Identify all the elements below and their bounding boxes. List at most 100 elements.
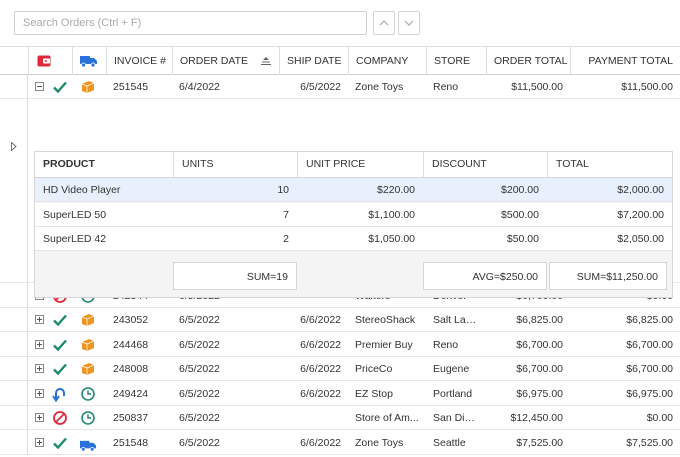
header-payment-total[interactable]: PAYMENT TOTAL (570, 47, 680, 75)
company-cell: PriceCo (355, 363, 393, 375)
order-date-cell: 6/5/2022 (179, 436, 220, 449)
total-cell: $2,050.00 (617, 233, 664, 245)
order-row[interactable]: 243052 6/5/2022 6/6/2022 StereoShack Salt La… (0, 308, 680, 332)
order-total-cell: $6,825.00 (516, 314, 563, 326)
detail-header-product[interactable]: PRODUCT (35, 152, 173, 177)
order-row[interactable]: 250837 6/5/2022 Store of Am... San Die... $1… (0, 406, 680, 430)
unit-price-cell: $1,100.00 (368, 208, 415, 221)
detail-row[interactable]: SuperLED 50 7 $1,100.00 $500.00 $7,200.00 (35, 202, 672, 227)
order-total-cell: $6,700.00 (516, 363, 563, 375)
store-cell: Seattle (433, 436, 466, 449)
header-invoice[interactable]: INVOICE # (106, 47, 172, 75)
check-icon (52, 435, 68, 451)
units-cell: 2 (283, 233, 289, 245)
order-row[interactable]: 244468 6/5/2022 6/6/2022 Premier Buy Reno $6,… (0, 333, 680, 357)
payment-status-icon (37, 55, 51, 67)
expand-row-icon[interactable] (35, 413, 44, 422)
total-cell: $7,200.00 (617, 208, 664, 221)
grid-header: INVOICE # ORDER DATE SHIP DATE COMPANY S… (0, 46, 680, 75)
discount-cell: $200.00 (501, 184, 539, 196)
order-row[interactable]: 251548 6/5/2022 6/6/2022 Zone Toys Seattle $7… (0, 431, 680, 455)
chevron-down-icon (404, 20, 414, 26)
detail-header-unit-price[interactable]: UNIT PRICE (297, 152, 423, 177)
focused-row-arrow-icon (11, 142, 17, 151)
product-cell: HD Video Player (43, 184, 121, 196)
order-total-cell: $12,450.00 (510, 412, 563, 424)
payment-total-cell: $6,975.00 (626, 387, 673, 400)
invoice-cell: 249424 (113, 387, 149, 400)
company-cell: Premier Buy (355, 338, 413, 351)
detail-header-discount[interactable]: DISCOUNT (423, 152, 547, 177)
detail-header-units[interactable]: UNITS (173, 152, 297, 177)
order-date-cell: 6/5/2022 (179, 412, 220, 424)
payment-total-cell: $6,825.00 (626, 314, 673, 326)
refund-icon (52, 386, 68, 402)
header-shipping[interactable] (72, 47, 106, 75)
discount-cell: $50.00 (506, 233, 539, 245)
check-icon (52, 79, 68, 95)
total-sum: SUM=$11,250.00 (549, 262, 667, 290)
order-row[interactable]: 249424 6/5/2022 6/6/2022 EZ Stop Portland $6,… (0, 382, 680, 406)
header-order-total[interactable]: ORDER TOTAL (486, 47, 570, 75)
expand-row-icon[interactable] (35, 339, 44, 349)
store-cell: San Die... (433, 412, 480, 424)
header-indicator (0, 47, 28, 75)
units-sum: SUM=19 (173, 262, 297, 290)
payment-total-cell: $6,700.00 (626, 363, 673, 375)
invoice-cell: 244468 (113, 338, 149, 351)
clock-icon (80, 386, 96, 402)
order-row[interactable]: 251545 6/4/2022 6/5/2022 Zone Toys Reno $11,5… (0, 75, 680, 99)
previous-match-button[interactable] (373, 11, 395, 35)
order-total-cell: $6,700.00 (516, 338, 563, 351)
total-cell: $2,000.00 (617, 184, 664, 196)
detail-header-total[interactable]: TOTAL (547, 152, 672, 177)
order-detail-grid: PRODUCT UNITS UNIT PRICE DISCOUNT TOTAL … (34, 151, 673, 298)
clock-icon (80, 410, 96, 426)
payment-total-cell: $6,700.00 (626, 338, 673, 351)
company-cell: EZ Stop (355, 387, 393, 400)
chevron-up-icon (379, 20, 389, 26)
invoice-cell: 251548 (113, 436, 149, 449)
order-date-cell: 6/5/2022 (179, 338, 220, 351)
payment-total-cell: $7,525.00 (626, 436, 673, 449)
product-cell: SuperLED 50 (43, 208, 107, 221)
expand-row-icon[interactable] (35, 364, 44, 373)
header-company[interactable]: COMPANY (348, 47, 426, 75)
order-date-cell: 6/5/2022 (179, 314, 220, 326)
expand-row-icon[interactable] (35, 315, 44, 324)
detail-row[interactable]: SuperLED 42 2 $1,050.00 $50.00 $2,050.00 (35, 227, 672, 251)
order-total-cell: $7,525.00 (516, 436, 563, 449)
check-icon (52, 337, 68, 353)
collapse-row-icon[interactable] (35, 82, 44, 91)
ship-date-cell: 6/6/2022 (300, 314, 341, 326)
header-store[interactable]: STORE (426, 47, 486, 75)
expand-row-icon[interactable] (35, 437, 44, 447)
payment-total-cell: $0.00 (646, 412, 673, 424)
ship-date-cell: 6/6/2022 (300, 387, 341, 400)
invoice-cell: 250837 (113, 412, 149, 424)
truck-icon (80, 56, 97, 67)
header-status[interactable] (28, 47, 72, 75)
units-cell: 7 (283, 208, 289, 221)
order-date-cell: 6/4/2022 (179, 81, 220, 93)
order-row[interactable]: 248008 6/5/2022 6/6/2022 PriceCo Eugene $6,70… (0, 357, 680, 381)
box-icon (80, 312, 96, 328)
toolbar (0, 0, 680, 46)
detail-row[interactable]: HD Video Player 10 $220.00 $200.00 $2,000.00 (35, 178, 672, 202)
next-match-button[interactable] (398, 11, 420, 35)
company-cell: Store of Am... (355, 412, 419, 424)
unit-price-cell: $220.00 (377, 184, 415, 196)
header-order-date[interactable]: ORDER DATE (172, 47, 279, 75)
product-cell: SuperLED 42 (43, 233, 107, 245)
order-date-cell: 6/5/2022 (179, 387, 220, 400)
expand-row-icon[interactable] (35, 388, 44, 398)
ship-date-cell: 6/5/2022 (300, 81, 341, 93)
company-cell: Zone Toys (355, 81, 404, 93)
order-total-cell: $6,975.00 (516, 387, 563, 400)
invoice-cell: 248008 (113, 363, 149, 375)
order-total-cell: $11,500.00 (511, 81, 563, 93)
header-ship-date[interactable]: SHIP DATE (279, 47, 348, 75)
store-cell: Reno (433, 338, 459, 351)
box-icon (80, 337, 96, 353)
search-input[interactable] (14, 11, 367, 35)
